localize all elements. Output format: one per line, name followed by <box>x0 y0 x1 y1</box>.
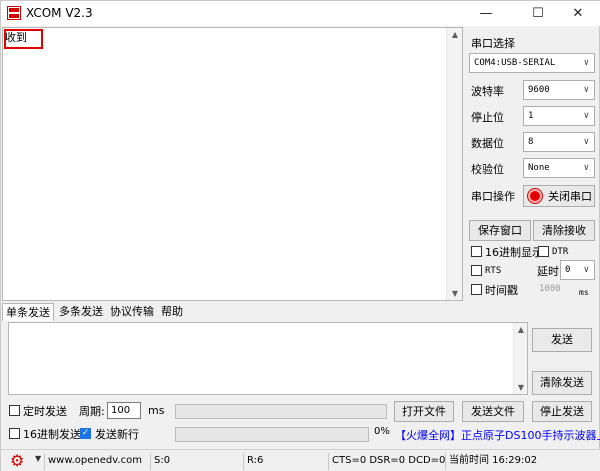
delay-label: 延时 <box>537 265 559 278</box>
chevron-down-icon: ∨ <box>583 58 589 68</box>
tab-multi-send[interactable]: 多条发送 <box>56 303 106 321</box>
chevron-down-icon: ∨ <box>583 111 589 121</box>
parity-value: None <box>528 163 550 173</box>
stopbits-select[interactable]: 1 ∨ <box>523 106 595 126</box>
timestamp-unit: ms <box>579 288 589 297</box>
rts-checkbox[interactable] <box>471 265 482 276</box>
promo-link[interactable]: 【火爆全网】正点原子DS100手持示波器上市 <box>395 427 600 443</box>
hex-send-checkbox[interactable] <box>9 428 20 439</box>
close-window-button[interactable]: ✕ <box>555 1 600 26</box>
stop-send-button[interactable]: 停止发送 <box>532 401 592 422</box>
send-tabs: 单条发送 多条发送 协议传输 帮助 <box>2 303 600 321</box>
status-bar: ⚙ ▼ www.openedv.com S:0 R:6 CTS=0 DSR=0 … <box>1 449 600 471</box>
highlight-box <box>4 29 43 49</box>
separator-bar <box>175 404 387 419</box>
send-button[interactable]: 发送 <box>532 328 592 352</box>
scroll-up-icon[interactable]: ▲ <box>514 325 528 334</box>
stopbits-label: 停止位 <box>471 111 504 124</box>
port-select-value: COM4:USB-SERIAL <box>474 58 556 68</box>
clear-receive-button[interactable]: 清除接收 <box>533 220 595 241</box>
window-title: XCOM V2.3 <box>26 6 93 20</box>
status-time: 当前时间 16:29:02 <box>445 453 597 470</box>
send-newline-label: 发送新行 <box>95 428 139 441</box>
chevron-down-icon[interactable]: ▼ <box>35 454 41 463</box>
tab-protocol[interactable]: 协议传输 <box>107 303 157 321</box>
port-status-led-icon <box>528 189 542 203</box>
databits-label: 数据位 <box>471 137 504 150</box>
timestamp-label: 时间戳 <box>485 284 518 297</box>
parity-select[interactable]: None ∨ <box>523 158 595 178</box>
send-textarea[interactable]: ▲ ▼ <box>8 322 528 395</box>
close-port-label: 关闭串口 <box>548 190 592 203</box>
rts-label: RTS <box>485 266 502 276</box>
receive-scrollbar[interactable]: ▲ ▼ <box>446 28 462 300</box>
close-port-button[interactable]: 关闭串口 <box>523 185 595 207</box>
tab-single-send[interactable]: 单条发送 <box>2 303 54 321</box>
hex-display-label: 16进制显示 <box>485 246 543 259</box>
chevron-down-icon: ∨ <box>583 163 589 173</box>
send-scrollbar[interactable]: ▲ ▼ <box>513 323 527 394</box>
period-label: 周期: <box>79 405 105 418</box>
timed-send-checkbox[interactable] <box>9 405 20 416</box>
gear-icon[interactable]: ⚙ <box>10 452 24 470</box>
databits-value: 8 <box>528 137 534 147</box>
progress-text: 0% <box>374 426 390 437</box>
chevron-down-icon: ∨ <box>583 85 589 95</box>
clear-send-button[interactable]: 清除发送 <box>532 371 592 395</box>
hex-send-label: 16进制发送 <box>23 428 81 441</box>
delay-value: 0 <box>565 265 571 275</box>
status-sent-count: S:0 <box>150 453 242 470</box>
baud-select[interactable]: 9600 ∨ <box>523 80 595 100</box>
scroll-down-icon[interactable]: ▼ <box>447 289 463 298</box>
port-select[interactable]: COM4:USB-SERIAL ∨ <box>469 53 595 73</box>
baud-label: 波特率 <box>471 85 504 98</box>
send-newline-checkbox[interactable]: ✓ <box>80 428 91 439</box>
status-received-count: R:6 <box>243 453 327 470</box>
dtr-checkbox[interactable] <box>538 246 549 257</box>
baud-value: 9600 <box>528 85 550 95</box>
hex-display-checkbox[interactable] <box>471 246 482 257</box>
title-bar: XCOM V2.3 — ☐ ✕ <box>1 1 600 26</box>
timestamp-interval-value[interactable]: 1000 <box>539 284 561 294</box>
open-file-button[interactable]: 打开文件 <box>394 401 454 422</box>
send-progress-bar <box>175 427 369 442</box>
port-select-label: 串口选择 <box>471 37 515 50</box>
status-url[interactable]: www.openedv.com <box>44 453 148 470</box>
delay-select[interactable]: 0 ∨ <box>560 260 595 280</box>
period-unit: ms <box>148 404 165 417</box>
databits-select[interactable]: 8 ∨ <box>523 132 595 152</box>
dtr-label: DTR <box>552 247 569 257</box>
parity-label: 校验位 <box>471 163 504 176</box>
minimize-button[interactable]: — <box>463 1 509 26</box>
port-op-label: 串口操作 <box>471 190 515 203</box>
send-file-button[interactable]: 发送文件 <box>462 401 524 422</box>
scroll-up-icon[interactable]: ▲ <box>447 30 463 39</box>
chevron-down-icon: ∨ <box>583 265 589 275</box>
receive-textarea[interactable]: 收到 ▲ ▼ <box>2 27 463 301</box>
save-window-button[interactable]: 保存窗口 <box>469 220 531 241</box>
period-input[interactable]: 100 <box>107 402 141 419</box>
chevron-down-icon: ∨ <box>583 137 589 147</box>
app-window: XCOM V2.3 — ☐ ✕ 收到 ▲ ▼ 串口选择 COM4:USB-SER… <box>0 0 600 471</box>
timed-send-label: 定时发送 <box>23 405 67 418</box>
timestamp-checkbox[interactable] <box>471 284 482 295</box>
tab-help[interactable]: 帮助 <box>158 303 186 321</box>
app-logo-icon <box>7 6 21 20</box>
scroll-down-icon[interactable]: ▼ <box>514 383 528 392</box>
status-signals: CTS=0 DSR=0 DCD=0 <box>328 453 445 470</box>
stopbits-value: 1 <box>528 111 534 121</box>
